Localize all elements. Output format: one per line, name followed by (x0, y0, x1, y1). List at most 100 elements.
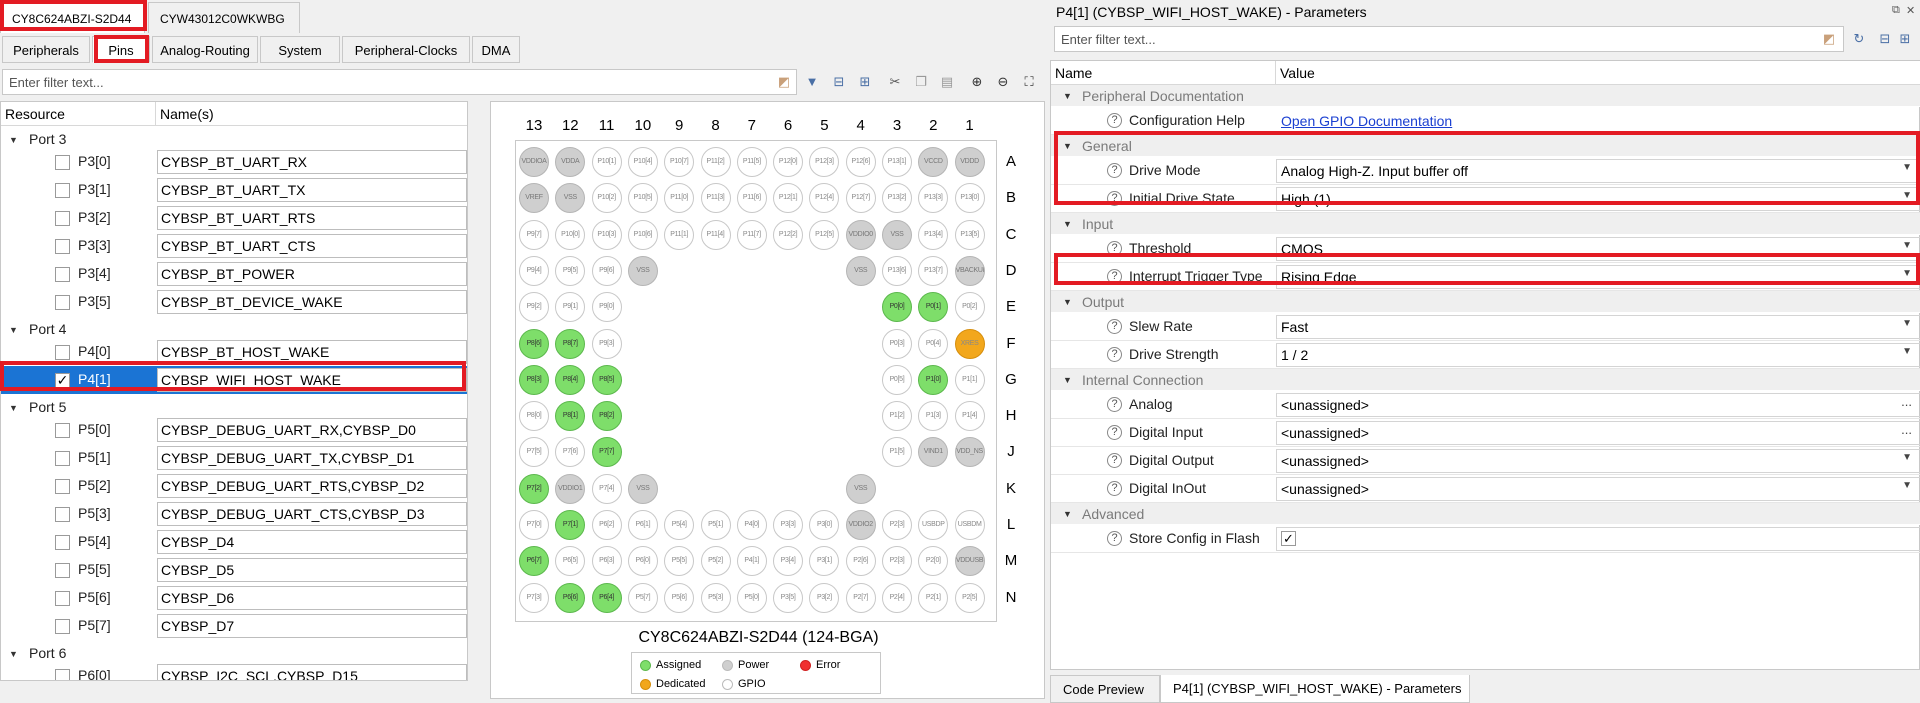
expand-caret-icon[interactable]: ▼ (1063, 297, 1072, 307)
package-pin[interactable]: VSS (845, 473, 876, 504)
expand-caret-icon[interactable]: ▼ (1063, 91, 1072, 101)
package-pin[interactable]: P6[2] (591, 510, 622, 540)
package-pin[interactable]: P0[0] (882, 292, 912, 323)
pin-enable-checkbox[interactable] (55, 535, 70, 550)
package-pin[interactable]: USBDM (954, 510, 985, 540)
package-pin[interactable]: VDDIO1 (555, 473, 586, 504)
col-header-names[interactable]: Name(s) (156, 102, 467, 126)
package-pin[interactable]: P2[5] (954, 582, 985, 613)
package-pin[interactable]: P8[6] (519, 328, 549, 359)
pin-row[interactable]: P5[2] CYBSP_DEBUG_UART_RTS,CYBSP_D2 (1, 472, 467, 500)
dropdown-arrow-icon[interactable]: ▼ (1902, 190, 1912, 201)
port-group-row[interactable]: ▼ Port 5 (1, 394, 467, 416)
package-pin[interactable]: P9[5] (555, 255, 586, 286)
param-value[interactable]: <unassigned>... (1276, 421, 1920, 445)
package-pin[interactable]: P9[6] (591, 255, 622, 286)
pin-name-field[interactable]: CYBSP_I2C_SCL,CYBSP_D15 (157, 664, 467, 680)
dropdown-arrow-icon[interactable]: ▼ (1902, 346, 1912, 357)
package-pin[interactable]: P10[0] (555, 219, 586, 250)
package-pin[interactable]: P8[4] (555, 364, 586, 395)
expand-caret-icon[interactable]: ▼ (9, 325, 18, 335)
package-pin[interactable]: VDD_NS (954, 437, 985, 468)
zoom-out-icon[interactable]: ⊖ (994, 73, 1012, 91)
package-pin[interactable]: VSS (627, 473, 658, 504)
package-pin[interactable]: P7[4] (591, 473, 622, 504)
param-value[interactable]: <unassigned> ▼ (1276, 477, 1920, 501)
package-pin[interactable]: P12[0] (773, 147, 804, 177)
pin-enable-checkbox[interactable] (55, 451, 70, 466)
package-pin[interactable]: P7[3] (519, 582, 549, 613)
param-value[interactable]: CMOS ▼ (1276, 237, 1920, 261)
dropdown-arrow-icon[interactable]: ▼ (1902, 452, 1912, 463)
package-pin[interactable]: VSS (845, 255, 876, 286)
package-pin[interactable]: P11[4] (700, 219, 731, 250)
tab-peripherals[interactable]: Peripherals (2, 36, 90, 63)
package-pin[interactable]: P0[5] (882, 364, 912, 395)
package-pin[interactable]: P8[7] (555, 328, 586, 359)
package-pin[interactable]: VDDUSB (954, 546, 985, 577)
pin-name-field[interactable]: CYBSP_D7 (157, 614, 467, 638)
expand-caret-icon[interactable]: ▼ (9, 403, 18, 413)
tab-code-preview[interactable]: Code Preview (1050, 675, 1160, 703)
package-pin[interactable]: P10[4] (627, 147, 658, 177)
package-pin[interactable]: P7[7] (591, 437, 622, 468)
package-pin[interactable]: P12[7] (845, 183, 876, 214)
package-pin[interactable]: P13[0] (954, 183, 985, 214)
package-pin[interactable]: P12[6] (845, 147, 876, 177)
pin-row[interactable]: ✓ P4[1] CYBSP_WIFI_HOST_WAKE (1, 366, 467, 394)
package-pin[interactable]: P2[4] (882, 582, 912, 613)
expand-all-icon[interactable]: ⊞ (856, 73, 874, 91)
package-pin[interactable]: VSS (627, 255, 658, 286)
pin-enable-checkbox[interactable] (55, 183, 70, 198)
param-value[interactable]: ✓ (1276, 527, 1920, 551)
filter-icon[interactable]: ▼ (803, 73, 821, 91)
ellipsis-icon[interactable]: ... (1901, 422, 1912, 437)
expand-all-icon[interactable]: ⊞ (1896, 30, 1914, 48)
package-pin[interactable]: P3[2] (809, 582, 840, 613)
package-pin[interactable]: P10[1] (591, 147, 622, 177)
package-pin[interactable]: VDDIOA (519, 147, 549, 177)
package-pin[interactable]: P8[5] (591, 364, 622, 395)
device-tab-cy8c624[interactable]: CY8C624ABZI-S2D44 (0, 2, 145, 33)
pin-enable-checkbox[interactable] (55, 669, 70, 680)
package-pin[interactable]: P9[2] (519, 292, 549, 323)
help-icon[interactable]: ? (1107, 453, 1122, 468)
pin-enable-checkbox[interactable] (55, 211, 70, 226)
tab-dma[interactable]: DMA (472, 36, 520, 63)
package-pin[interactable]: P2[1] (918, 582, 949, 613)
pin-name-field[interactable]: CYBSP_DEBUG_UART_TX,CYBSP_D1 (157, 446, 467, 470)
pin-enable-checkbox[interactable] (55, 345, 70, 360)
float-icon[interactable]: ⧉ (1892, 4, 1900, 17)
package-pin[interactable]: P13[4] (918, 219, 949, 250)
package-pin[interactable]: P13[1] (882, 147, 912, 177)
package-pin[interactable]: P11[6] (736, 183, 767, 214)
package-pin[interactable]: P9[7] (519, 219, 549, 250)
pin-row[interactable]: P5[6] CYBSP_D6 (1, 584, 467, 612)
pin-row[interactable]: P3[0] CYBSP_BT_UART_RX (1, 148, 467, 176)
expand-caret-icon[interactable]: ▼ (9, 135, 18, 145)
package-pin[interactable]: P1[1] (954, 364, 985, 395)
pin-name-field[interactable]: CYBSP_DEBUG_UART_RX,CYBSP_D0 (157, 418, 467, 442)
param-value[interactable]: 1 / 2 ▼ (1276, 343, 1920, 367)
package-pin[interactable]: P11[1] (664, 219, 695, 250)
pin-enable-checkbox[interactable] (55, 267, 70, 282)
tab-peripheral-clocks[interactable]: Peripheral-Clocks (342, 36, 470, 63)
package-pin[interactable]: P2[6] (845, 546, 876, 577)
pin-row[interactable]: P4[0] CYBSP_BT_HOST_WAKE (1, 338, 467, 366)
param-value[interactable]: <unassigned>... (1276, 393, 1920, 417)
package-pin[interactable]: P10[2] (591, 183, 622, 214)
expand-caret-icon[interactable]: ▼ (1063, 141, 1072, 151)
pin-row[interactable]: P3[1] CYBSP_BT_UART_TX (1, 176, 467, 204)
package-pin[interactable]: VBACKUP (954, 255, 985, 286)
pin-filter-input[interactable]: Enter filter text... (2, 69, 797, 95)
collapse-all-icon[interactable]: ⊟ (830, 73, 848, 91)
package-pin[interactable]: P11[7] (736, 219, 767, 250)
package-pin[interactable]: P5[4] (664, 510, 695, 540)
pin-row[interactable]: P5[4] CYBSP_D4 (1, 528, 467, 556)
tab-analog-routing[interactable]: Analog-Routing (152, 36, 258, 63)
pin-name-field[interactable]: CYBSP_BT_UART_RTS (157, 206, 467, 230)
help-icon[interactable]: ? (1107, 481, 1122, 496)
package-pin[interactable]: P5[1] (700, 510, 731, 540)
package-pin[interactable]: P5[0] (736, 582, 767, 613)
package-pin[interactable]: P8[3] (519, 364, 549, 395)
